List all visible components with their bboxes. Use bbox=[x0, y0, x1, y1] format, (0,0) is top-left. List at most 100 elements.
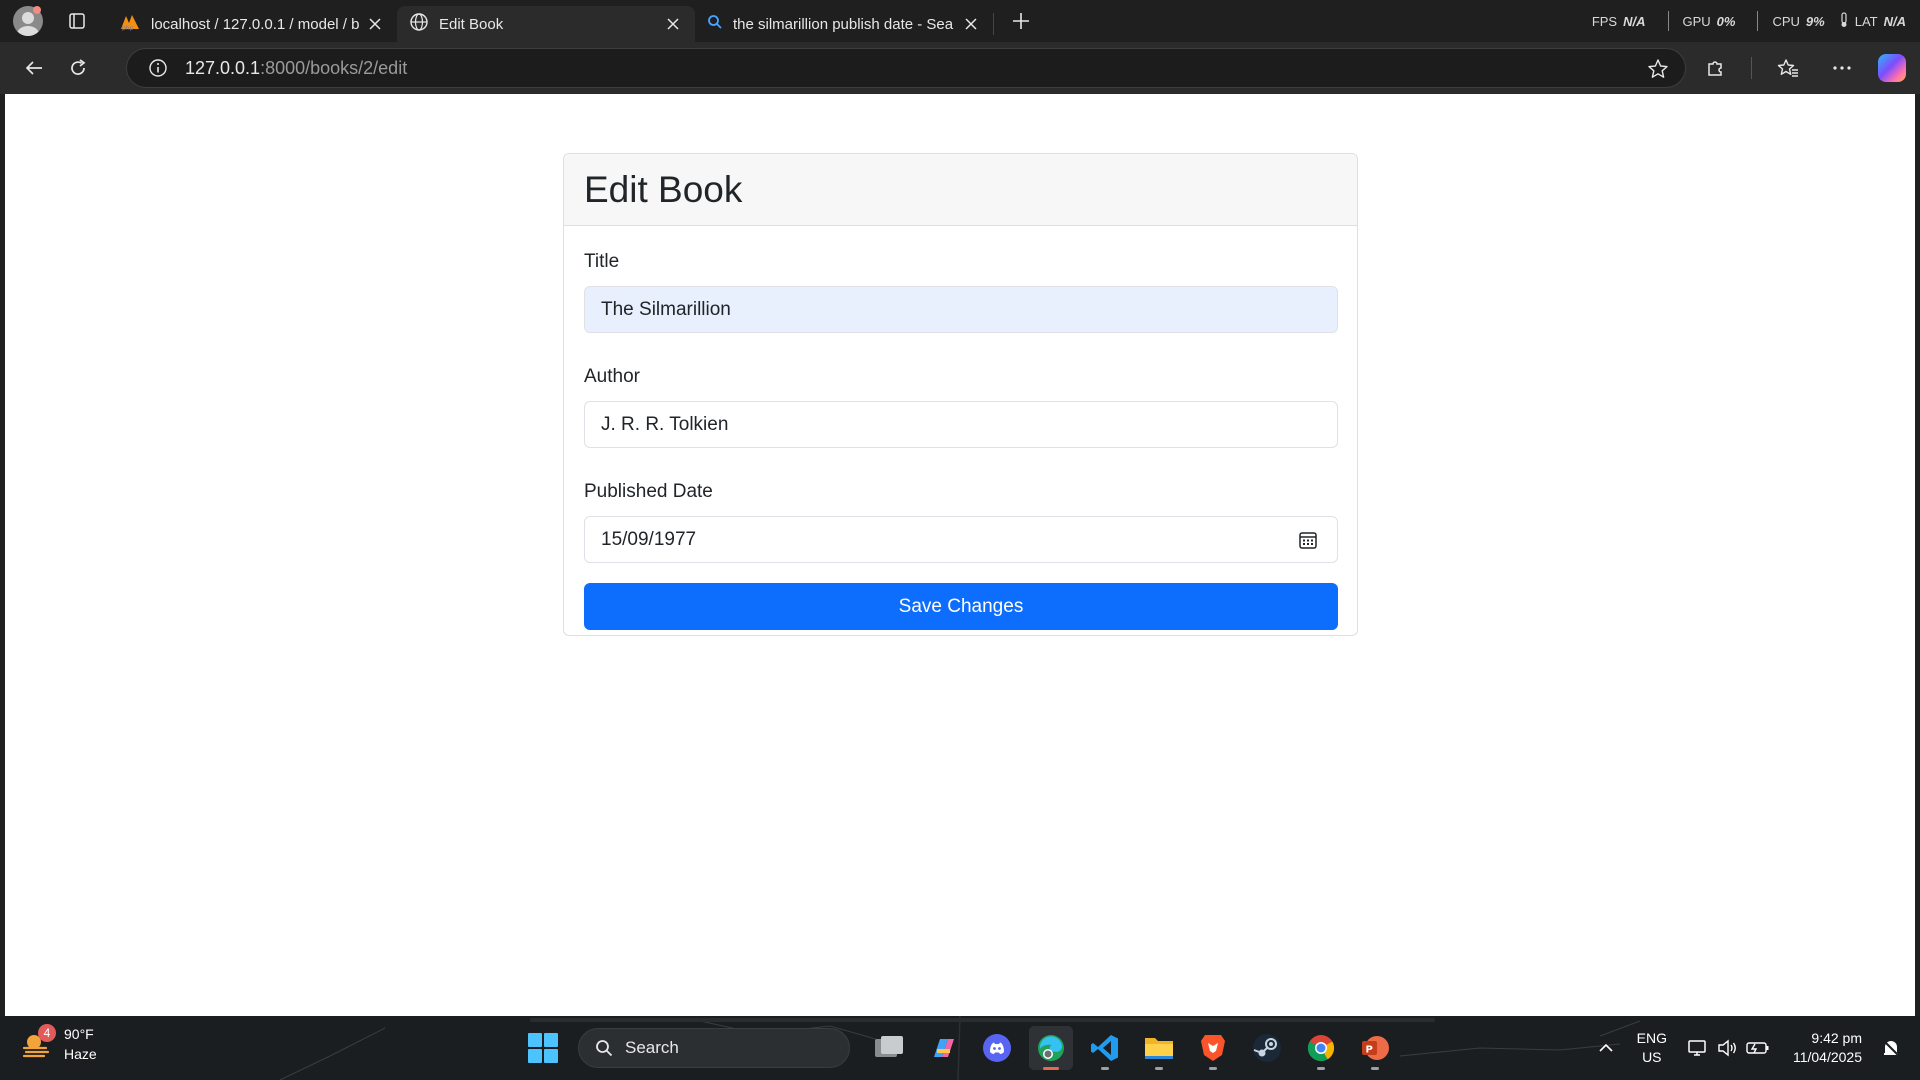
tab-edit-book[interactable]: Edit Book bbox=[397, 6, 695, 42]
search-icon bbox=[596, 1040, 613, 1057]
phpmyadmin-icon: php bbox=[119, 13, 141, 35]
windows-start-icon[interactable] bbox=[528, 1033, 558, 1063]
running-indicator bbox=[1317, 1067, 1325, 1070]
cpu-label: CPU bbox=[1772, 13, 1800, 29]
file-explorer-icon[interactable] bbox=[1137, 1026, 1181, 1070]
lat-label: LAT bbox=[1854, 13, 1878, 29]
network-icon[interactable] bbox=[1685, 1035, 1711, 1061]
weather-badge: 4 bbox=[38, 1024, 56, 1042]
chrome-icon[interactable] bbox=[1299, 1026, 1343, 1070]
save-changes-button[interactable]: Save Changes bbox=[584, 583, 1338, 630]
language-indicator[interactable]: ENG US bbox=[1637, 1029, 1667, 1067]
discord-icon[interactable] bbox=[975, 1026, 1019, 1070]
taskbar-search-placeholder: Search bbox=[625, 1038, 679, 1057]
favorites-button[interactable] bbox=[1770, 50, 1806, 86]
task-view-icon[interactable] bbox=[867, 1026, 911, 1070]
url-host: 127.0.0.1 bbox=[185, 57, 261, 78]
thermometer-icon bbox=[1839, 11, 1849, 31]
divider bbox=[1751, 57, 1752, 79]
running-indicator bbox=[1209, 1067, 1217, 1070]
taskbar-clock[interactable]: 9:42 pm 11/04/2025 bbox=[1793, 1029, 1862, 1067]
author-input-value: J. R. R. Tolkien bbox=[601, 413, 729, 435]
card-header: Edit Book bbox=[564, 154, 1357, 226]
url-path: :8000/books/2/edit bbox=[260, 57, 408, 78]
browser-toolbar-right bbox=[1697, 42, 1920, 94]
refresh-icon bbox=[71, 59, 86, 75]
author-label: Author bbox=[584, 366, 640, 387]
published-date-input[interactable]: 15/09/1977 bbox=[584, 516, 1338, 563]
favorite-star-icon[interactable] bbox=[1647, 58, 1669, 80]
lat-value: N/A bbox=[1883, 13, 1906, 29]
puzzle-icon bbox=[1708, 61, 1722, 76]
tab-title: Edit Book bbox=[439, 15, 504, 33]
taskbar-search-box[interactable]: Search bbox=[578, 1028, 850, 1068]
notifications-icon[interactable] bbox=[1878, 1035, 1904, 1061]
region-code: US bbox=[1642, 1049, 1662, 1065]
extensions-button[interactable] bbox=[1697, 50, 1733, 86]
running-indicator bbox=[1155, 1067, 1163, 1070]
calendar-icon[interactable] bbox=[1298, 530, 1318, 550]
edit-book-form: Title The Silmarillion Author J. R. R. T… bbox=[564, 226, 1357, 630]
url-text[interactable]: 127.0.0.1:8000/books/2/edit bbox=[185, 58, 407, 79]
tab-title: localhost / 127.0.0.1 / model / bo bbox=[151, 15, 359, 33]
plus-icon bbox=[1013, 13, 1029, 29]
battery-icon[interactable] bbox=[1745, 1035, 1771, 1061]
cpu-value: 9% bbox=[1805, 13, 1825, 29]
steam-icon[interactable] bbox=[1245, 1026, 1289, 1070]
svg-text:php: php bbox=[122, 25, 134, 31]
tab-search[interactable]: the silmarillion publish date - Sea bbox=[695, 6, 993, 42]
taskbar-center: Search P bbox=[528, 1026, 1402, 1070]
author-input[interactable]: J. R. R. Tolkien bbox=[584, 401, 1338, 448]
published-date-value: 15/09/1977 bbox=[601, 528, 697, 550]
favorites-icon bbox=[1777, 59, 1798, 77]
tab-phpmyadmin[interactable]: php localhost / 127.0.0.1 / model / bo bbox=[107, 6, 397, 42]
weather-temp: 90°F bbox=[64, 1026, 94, 1042]
title-label: Title bbox=[584, 251, 620, 272]
refresh-button[interactable] bbox=[60, 50, 96, 86]
new-tab-button[interactable] bbox=[1006, 6, 1036, 36]
copilot-app-icon[interactable] bbox=[921, 1026, 965, 1070]
edge-icon[interactable] bbox=[1029, 1026, 1073, 1070]
fps-value: N/A bbox=[1623, 13, 1646, 29]
back-button[interactable] bbox=[16, 50, 52, 86]
running-indicator bbox=[1043, 1067, 1059, 1070]
volume-icon[interactable] bbox=[1715, 1035, 1741, 1061]
weather-haze-icon: 4 bbox=[20, 1024, 56, 1060]
close-icon[interactable] bbox=[365, 14, 385, 34]
running-indicator bbox=[1101, 1067, 1109, 1070]
divider bbox=[1757, 11, 1759, 31]
weather-text: 90°F Haze bbox=[64, 1024, 97, 1064]
close-icon[interactable] bbox=[663, 14, 683, 34]
published-date-label: Published Date bbox=[584, 481, 713, 502]
address-bar[interactable]: 127.0.0.1:8000/books/2/edit bbox=[126, 48, 1686, 88]
fps-label: FPS bbox=[1591, 13, 1618, 29]
tab-title: the silmarillion publish date - Sea bbox=[733, 15, 954, 33]
gpu-value: 0% bbox=[1716, 13, 1736, 29]
back-arrow-icon bbox=[25, 61, 42, 75]
title-input[interactable]: The Silmarillion bbox=[584, 286, 1338, 333]
ellipsis-icon bbox=[1833, 66, 1851, 70]
powerpoint-icon[interactable]: P bbox=[1353, 1026, 1397, 1070]
page-title: Edit Book bbox=[584, 168, 743, 210]
more-menu-button[interactable] bbox=[1824, 50, 1860, 86]
close-icon[interactable] bbox=[961, 14, 981, 34]
weather-condition: Haze bbox=[64, 1046, 97, 1062]
taskbar: 4 90°F Haze Search P ENG US 9:42 pm 11/0… bbox=[0, 1016, 1920, 1080]
svg-text:P: P bbox=[1366, 1045, 1373, 1056]
language-code: ENG bbox=[1636, 1030, 1667, 1046]
tab-actions-icon[interactable] bbox=[65, 9, 89, 33]
performance-overlay: FPS N/A GPU 0% CPU 9% LAT N/A bbox=[1592, 0, 1906, 42]
search-icon bbox=[707, 14, 723, 34]
system-tray: ENG US 9:42 pm 11/04/2025 bbox=[1591, 1024, 1906, 1072]
tab-separator bbox=[993, 13, 994, 35]
divider bbox=[1667, 11, 1669, 31]
edit-book-card: Edit Book Title The Silmarillion Author … bbox=[563, 153, 1358, 636]
tab-strip: php localhost / 127.0.0.1 / model / bo E… bbox=[0, 0, 1920, 42]
weather-widget[interactable]: 4 90°F Haze bbox=[20, 1024, 97, 1064]
chevron-up-icon[interactable] bbox=[1593, 1035, 1619, 1061]
copilot-icon[interactable] bbox=[1878, 54, 1906, 82]
site-info-icon[interactable] bbox=[147, 57, 169, 79]
profile-notification-dot bbox=[33, 6, 41, 14]
vscode-icon[interactable] bbox=[1083, 1026, 1127, 1070]
brave-icon[interactable] bbox=[1191, 1026, 1235, 1070]
